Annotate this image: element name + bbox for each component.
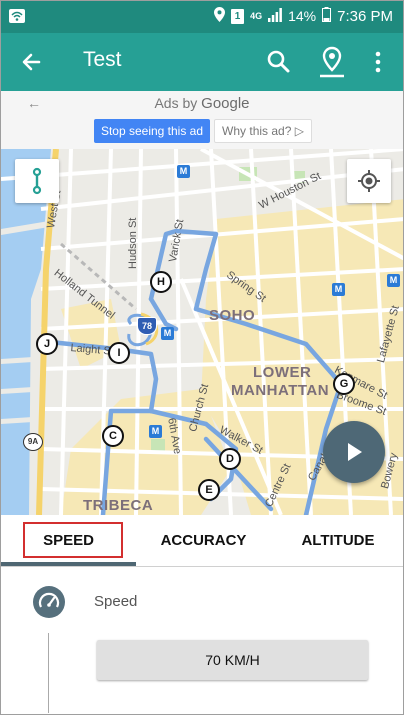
interstate-shield-icon: 78 <box>137 317 157 335</box>
tab-label: SPEED <box>43 532 94 549</box>
map-marker[interactable]: H <box>150 271 172 293</box>
tab-accuracy[interactable]: ACCURACY <box>136 515 271 567</box>
speedometer-icon <box>33 586 65 618</box>
tab-altitude[interactable]: ALTITUDE <box>271 515 403 567</box>
tab-speed[interactable]: SPEED <box>1 515 136 567</box>
map-marker[interactable]: G <box>333 373 355 395</box>
page-title: Test <box>83 48 122 71</box>
app-bar: Test <box>1 33 403 91</box>
speed-value-button[interactable]: 70 KM/H <box>97 640 368 680</box>
map-marker[interactable]: C <box>102 425 124 447</box>
district-label: MANHATTAN <box>231 382 330 399</box>
map-marker[interactable]: J <box>36 333 58 355</box>
tab-label: ACCURACY <box>160 532 247 549</box>
network-type-icon: 4G <box>250 10 263 21</box>
battery-percent: 14% <box>288 8 317 24</box>
back-arrow-icon[interactable] <box>19 49 45 75</box>
route-icon <box>32 167 42 195</box>
district-label: TRIBECA <box>83 497 154 514</box>
map-marker[interactable]: D <box>219 448 241 470</box>
subway-station-icon[interactable]: M <box>149 425 162 438</box>
ads-by-google: Ads by Google <box>154 95 250 112</box>
app-screen: 1 4G 14% 7:36 PM Test ← Ads by Google St… <box>0 0 404 715</box>
battery-icon <box>322 7 332 25</box>
my-location-button[interactable] <box>347 159 391 203</box>
timeline-line <box>48 633 49 713</box>
play-icon <box>348 443 362 461</box>
clock: 7:36 PM <box>337 7 393 25</box>
search-icon[interactable] <box>264 47 294 77</box>
ad-banner: ← Ads by Google Stop seeing this ad Why … <box>1 91 403 149</box>
location-status-icon <box>214 7 226 25</box>
status-bar: 1 4G 14% 7:36 PM <box>1 1 403 33</box>
map-marker[interactable]: I <box>108 342 130 364</box>
map-view[interactable]: SOHO LOWER MANHATTAN TRIBECA West St Hol… <box>1 149 403 515</box>
location-pin-icon[interactable] <box>317 45 347 79</box>
district-label: LOWER <box>253 364 312 381</box>
map-marker[interactable]: E <box>198 479 220 501</box>
my-location-icon <box>358 170 380 192</box>
tab-label: ALTITUDE <box>301 532 375 549</box>
subway-station-icon[interactable]: M <box>387 274 400 287</box>
play-button[interactable] <box>323 421 385 483</box>
tab-bar: SPEED ACCURACY ALTITUDE <box>1 515 403 567</box>
street-label: Hudson St <box>127 217 139 269</box>
more-vert-icon[interactable] <box>369 49 387 75</box>
subway-station-icon[interactable]: M <box>161 327 174 340</box>
signal-icon <box>268 7 282 25</box>
why-this-ad-button[interactable]: Why this ad? ▷ <box>214 119 312 143</box>
sim-badge: 1 <box>231 8 245 24</box>
wifi-icon <box>9 9 25 26</box>
speed-title: Speed <box>94 593 138 610</box>
route-toggle-button[interactable] <box>15 159 59 203</box>
district-label: SOHO <box>209 307 256 324</box>
stop-seeing-ad-button[interactable]: Stop seeing this ad <box>94 119 210 143</box>
speed-panel: Speed 70 KM/H <box>1 567 403 714</box>
subway-station-icon[interactable]: M <box>177 165 190 178</box>
route-shield-icon: 9A <box>23 433 43 451</box>
subway-station-icon[interactable]: M <box>332 283 345 296</box>
